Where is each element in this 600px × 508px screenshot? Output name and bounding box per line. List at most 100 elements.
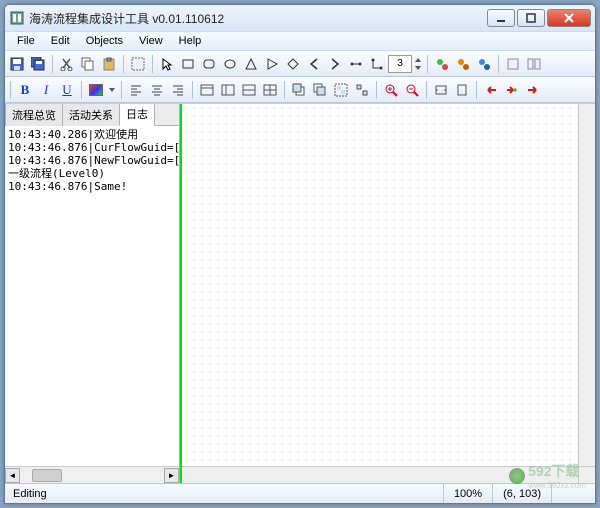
separator <box>121 81 122 99</box>
fit-page-button[interactable] <box>452 80 472 100</box>
canvas-grid[interactable] <box>182 104 578 466</box>
underline-button[interactable]: U <box>57 80 77 100</box>
roundrect-icon <box>202 57 216 71</box>
send-back-button[interactable] <box>310 80 330 100</box>
tab-overview[interactable]: 流程总览 <box>5 103 63 126</box>
arrow-left-button[interactable] <box>481 80 501 100</box>
ellipse-tool[interactable] <box>220 54 240 74</box>
chev-left-tool[interactable] <box>304 54 324 74</box>
layout-2-button[interactable] <box>218 80 238 100</box>
roundrect-tool[interactable] <box>199 54 219 74</box>
align-left-icon <box>129 83 143 97</box>
panel-single-button[interactable] <box>503 54 523 74</box>
sidebar-h-scrollbar[interactable]: ◄ ► <box>5 466 179 483</box>
menu-objects[interactable]: Objects <box>78 33 131 49</box>
cogs-orange-button[interactable] <box>453 54 473 74</box>
layout-3-icon <box>242 83 256 97</box>
cut-icon <box>60 57 74 71</box>
save-icon <box>10 57 24 71</box>
align-center-button[interactable] <box>147 80 167 100</box>
sidebar: 流程总览 活动关系 日志 10:43:40.286|欢迎使用 10:43:46.… <box>5 104 180 483</box>
italic-button[interactable]: I <box>36 80 56 100</box>
size-field[interactable]: 3 <box>388 55 412 73</box>
layout-4-button[interactable] <box>260 80 280 100</box>
canvas-h-scrollbar[interactable] <box>182 466 578 483</box>
menu-edit[interactable]: Edit <box>43 33 78 49</box>
cogs-blue-icon <box>477 57 491 71</box>
titlebar[interactable]: 海涛流程集成设计工具 v0.01.110612 <box>5 5 595 31</box>
panel-double-button[interactable] <box>524 54 544 74</box>
tab-relations[interactable]: 活动关系 <box>62 103 120 126</box>
layout-2-icon <box>221 83 235 97</box>
minimize-button[interactable] <box>487 9 515 27</box>
menu-view[interactable]: View <box>131 33 171 49</box>
toolbar-main: 3 <box>5 51 595 77</box>
ungroup-button[interactable] <box>352 80 372 100</box>
statusbar: Editing 100% (6, 103) <box>5 483 595 503</box>
layout-1-button[interactable] <box>197 80 217 100</box>
scroll-right-arrow[interactable]: ► <box>164 468 179 483</box>
size-stepper[interactable] <box>413 54 423 74</box>
bold-button[interactable]: B <box>15 80 35 100</box>
font-color-button[interactable] <box>86 80 106 100</box>
save-button[interactable] <box>7 54 27 74</box>
workarea: 流程总览 活动关系 日志 10:43:40.286|欢迎使用 10:43:46.… <box>5 103 595 483</box>
pointer-tool[interactable] <box>157 54 177 74</box>
separator <box>152 55 153 73</box>
chev-left-icon <box>307 57 321 71</box>
layout-1-icon <box>200 83 214 97</box>
chev-right-tool[interactable] <box>325 54 345 74</box>
line-elbow-tool[interactable] <box>367 54 387 74</box>
select-tool[interactable] <box>128 54 148 74</box>
triangle-tool[interactable] <box>241 54 261 74</box>
fit-width-icon <box>434 83 448 97</box>
layout-3-button[interactable] <box>239 80 259 100</box>
play-tool[interactable] <box>262 54 282 74</box>
zoom-in-button[interactable] <box>381 80 401 100</box>
menu-help[interactable]: Help <box>171 33 210 49</box>
arrow-plus-button[interactable] <box>502 80 522 100</box>
scroll-thumb[interactable] <box>32 469 62 482</box>
sidebar-tabs: 流程总览 活动关系 日志 <box>5 104 179 126</box>
close-button[interactable] <box>547 9 591 27</box>
zoom-out-icon <box>405 83 419 97</box>
tab-log[interactable]: 日志 <box>119 103 155 126</box>
rect-tool[interactable] <box>178 54 198 74</box>
align-left-button[interactable] <box>126 80 146 100</box>
layout-4-icon <box>263 83 277 97</box>
group-button[interactable] <box>331 80 351 100</box>
bring-front-button[interactable] <box>289 80 309 100</box>
save-all-button[interactable] <box>28 54 48 74</box>
separator <box>427 55 428 73</box>
font-color-dropdown[interactable] <box>107 80 117 100</box>
diamond-tool[interactable] <box>283 54 303 74</box>
arrow-plus-icon <box>505 83 519 97</box>
panel-double-icon <box>527 57 541 71</box>
separator <box>498 55 499 73</box>
log-panel[interactable]: 10:43:40.286|欢迎使用 10:43:46.876|CurFlowGu… <box>5 126 179 466</box>
fit-page-icon <box>455 83 469 97</box>
canvas-v-scrollbar[interactable] <box>578 104 595 466</box>
cogs-green-button[interactable] <box>432 54 452 74</box>
arrow-left-red-icon <box>484 83 498 97</box>
fit-width-button[interactable] <box>431 80 451 100</box>
separator <box>52 55 53 73</box>
copy-button[interactable] <box>78 54 98 74</box>
cut-button[interactable] <box>57 54 77 74</box>
line-elbow-icon <box>370 57 384 71</box>
canvas[interactable] <box>180 104 595 483</box>
paste-button[interactable] <box>99 54 119 74</box>
align-right-button[interactable] <box>168 80 188 100</box>
triangle-icon <box>244 57 258 71</box>
color-icon <box>89 84 103 96</box>
bring-front-icon <box>292 83 306 97</box>
panel-single-icon <box>506 57 520 71</box>
cogs-blue-button[interactable] <box>474 54 494 74</box>
menu-file[interactable]: File <box>9 33 43 49</box>
separator <box>10 81 11 99</box>
zoom-out-button[interactable] <box>402 80 422 100</box>
scroll-left-arrow[interactable]: ◄ <box>5 468 20 483</box>
line-h-tool[interactable] <box>346 54 366 74</box>
maximize-button[interactable] <box>517 9 545 27</box>
arrow-right-button[interactable] <box>523 80 543 100</box>
